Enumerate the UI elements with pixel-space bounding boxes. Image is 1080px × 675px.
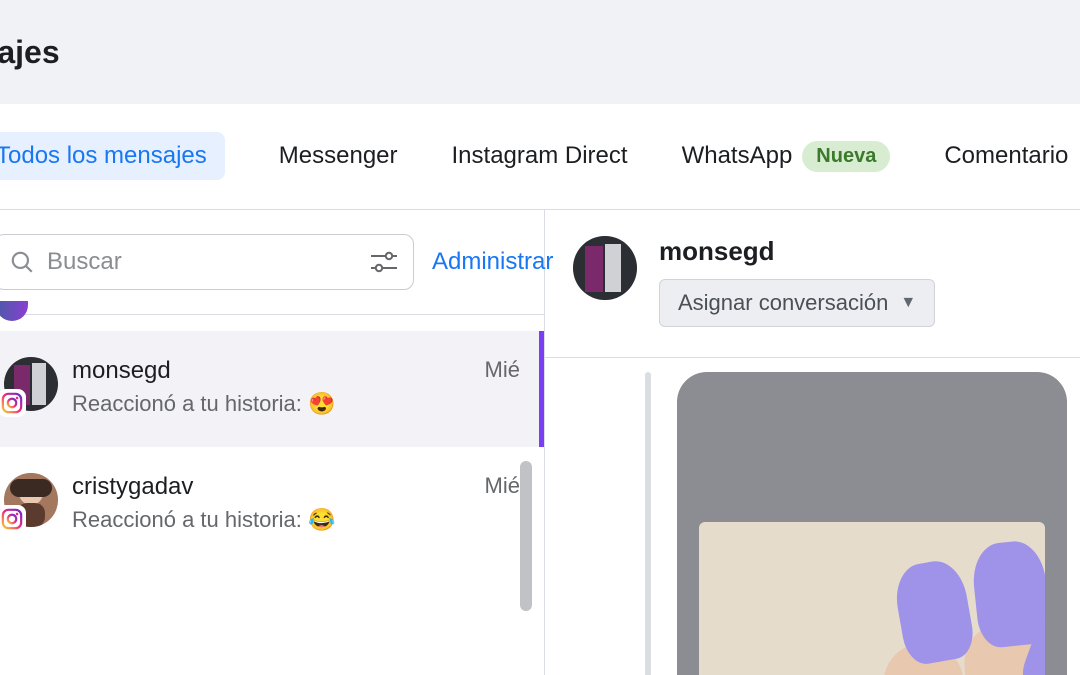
- tab-whatsapp[interactable]: WhatsApp Nueva: [682, 141, 891, 172]
- avatar-wrap: [4, 357, 58, 411]
- page-title: nsajes: [0, 34, 60, 71]
- conversation-text: cristygadav Reaccionó a tu historia: 😂: [72, 473, 471, 533]
- peek-avatar: [0, 301, 28, 321]
- assign-conversation-button[interactable]: Asignar conversación ▼: [659, 279, 935, 327]
- tab-all-messages[interactable]: Todos los mensajes: [0, 132, 225, 180]
- chat-header: monsegd Asignar conversación ▼: [545, 210, 1080, 358]
- conversation-name: monsegd: [72, 357, 471, 385]
- chat-avatar[interactable]: [573, 236, 637, 300]
- story-attachment[interactable]: [677, 372, 1067, 675]
- chat-body: [545, 358, 1080, 675]
- heart-eyes-emoji-icon: 😍: [308, 391, 335, 417]
- preview-text: Reaccionó a tu historia:: [72, 507, 308, 532]
- right-pane: monsegd Asignar conversación ▼: [545, 210, 1080, 675]
- instagram-badge-icon: [0, 389, 26, 417]
- search-row: Administrar: [0, 210, 544, 315]
- conversation-name: cristygadav: [72, 473, 471, 501]
- conversation-preview: Reaccionó a tu historia: 😍: [72, 391, 471, 417]
- tab-comments[interactable]: Comentario: [944, 142, 1068, 170]
- conversation-item[interactable]: cristygadav Reaccionó a tu historia: 😂 M…: [0, 447, 544, 563]
- instagram-badge-icon: [0, 505, 26, 533]
- tab-messenger[interactable]: Messenger: [279, 142, 398, 170]
- conversation-time: Mié: [485, 473, 520, 533]
- tab-whatsapp-label: WhatsApp: [682, 142, 793, 170]
- left-pane: Administrar monsegd Reaccionó a t: [0, 210, 545, 675]
- message-thread-rail: [645, 372, 651, 675]
- chevron-down-icon: ▼: [900, 294, 916, 312]
- conversation-preview: Reaccionó a tu historia: 😂: [72, 507, 471, 533]
- search-box[interactable]: [0, 234, 414, 290]
- search-input[interactable]: [47, 248, 357, 276]
- content-area: Administrar monsegd Reaccionó a t: [0, 209, 1080, 675]
- preview-text: Reaccionó a tu historia:: [72, 391, 308, 416]
- manage-link[interactable]: Administrar: [432, 248, 553, 276]
- tab-bar: Todos los mensajes Messenger Instagram D…: [0, 104, 1080, 209]
- badge-new: Nueva: [802, 141, 890, 172]
- conversation-time: Mié: [485, 357, 520, 417]
- avatar-wrap: [4, 473, 58, 527]
- conversation-item[interactable]: monsegd Reaccionó a tu historia: 😍 Mié: [0, 331, 544, 447]
- search-icon: [9, 249, 35, 275]
- scrollbar[interactable]: [520, 461, 532, 611]
- laugh-cry-emoji-icon: 😂: [308, 507, 335, 533]
- chat-title[interactable]: monsegd: [659, 236, 935, 267]
- filter-icon[interactable]: [369, 251, 399, 273]
- assign-label: Asignar conversación: [678, 290, 888, 316]
- header-bar: nsajes: [0, 0, 1080, 104]
- conversation-list: monsegd Reaccionó a tu historia: 😍 Mié: [0, 331, 544, 563]
- chat-title-block: monsegd Asignar conversación ▼: [659, 236, 935, 327]
- tab-instagram-direct[interactable]: Instagram Direct: [452, 142, 628, 170]
- conversation-text: monsegd Reaccionó a tu historia: 😍: [72, 357, 471, 417]
- story-image: [699, 522, 1045, 675]
